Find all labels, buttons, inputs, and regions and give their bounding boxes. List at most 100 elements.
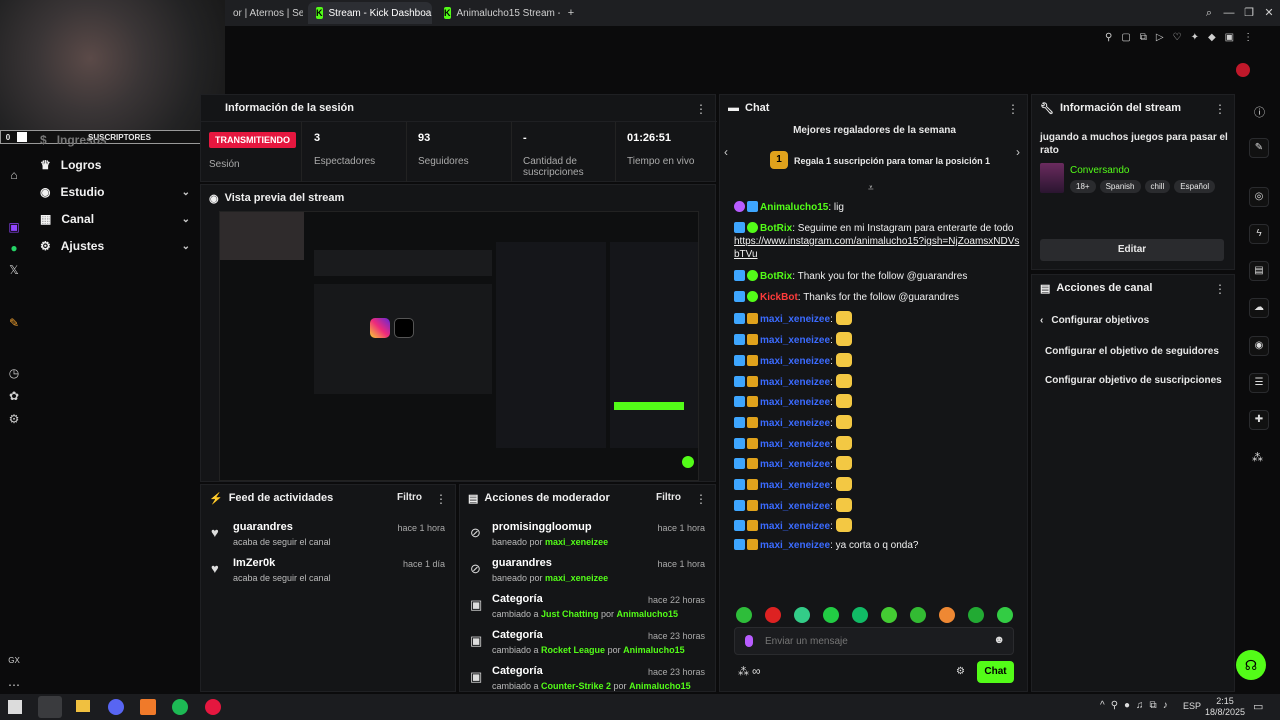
clock[interactable]: 2:15 18/8/2025	[1205, 696, 1245, 718]
info-icon[interactable]: ⓘ	[1254, 104, 1265, 120]
configure-followers-goal[interactable]: Configurar el objetivo de seguidores	[1045, 346, 1219, 357]
infinity-icon[interactable]: ∞	[752, 664, 761, 678]
connections-icon[interactable]: ⁂	[738, 665, 749, 678]
chat-username[interactable]: maxi_xeneizee	[760, 439, 830, 450]
chevron-right-icon[interactable]: ›	[1016, 145, 1020, 159]
spotify-icon[interactable]	[172, 699, 188, 715]
pets-icon[interactable]: ✿	[7, 389, 21, 403]
emote-icon[interactable]	[823, 607, 839, 623]
search-icon[interactable]: ⌕	[1202, 6, 1216, 20]
x-icon[interactable]: 𝕏	[7, 263, 21, 277]
whatsapp-icon[interactable]: ●	[7, 241, 21, 255]
new-tab-icon[interactable]: +	[564, 6, 578, 20]
windows-start-icon[interactable]	[8, 700, 22, 714]
chat-settings-icon[interactable]: ⚙	[956, 666, 965, 677]
chat-link[interactable]: https://www.instagram.com/animalucho15?i…	[734, 236, 1019, 260]
chat-input[interactable]	[765, 633, 975, 649]
language-indicator[interactable]: ESP	[1183, 701, 1201, 711]
chat-username[interactable]: maxi_xeneizee	[760, 521, 830, 532]
emote-icon[interactable]	[997, 607, 1013, 623]
browser-tab-aternos[interactable]: or | Aternos | Serv	[225, 2, 303, 24]
browser-tab-kick-dashboard[interactable]: K Stream - Kick Dashboard	[308, 2, 432, 24]
document-icon[interactable]: ▤	[1249, 261, 1269, 281]
back-to-goals[interactable]: ‹ Configurar objetivos	[1040, 315, 1149, 326]
support-icon[interactable]: ☊	[1236, 650, 1266, 680]
sidebar-item-canal[interactable]: ▦ Canal ⌄	[40, 209, 190, 229]
chat-username[interactable]: maxi_xeneizee	[760, 356, 830, 367]
pencil-icon[interactable]: ✎	[1249, 138, 1269, 158]
filter-button[interactable]: Filtro	[397, 492, 422, 503]
chevron-left-icon[interactable]: ‹	[724, 145, 728, 159]
layers-icon[interactable]: ☰	[1249, 373, 1269, 393]
browser-extensions-bar[interactable]: ⚲▢⧉▷♡✦◆▣⋮	[1105, 32, 1280, 46]
emote-icon[interactable]	[765, 607, 781, 623]
target-icon[interactable]: ◎	[1249, 187, 1269, 207]
settings-icon[interactable]: ⚙	[7, 412, 21, 426]
wrench-tool-icon[interactable]: ✚	[1249, 410, 1269, 430]
kick-rail-icon[interactable]: ⌂	[7, 168, 21, 182]
discord-icon[interactable]	[108, 699, 124, 715]
history-icon[interactable]: ◷	[7, 366, 21, 380]
emote-icon[interactable]	[736, 607, 752, 623]
twitch-icon[interactable]: ▣	[7, 220, 21, 234]
broadcast-icon[interactable]: ◉	[1249, 336, 1269, 356]
chat-username[interactable]: BotRix	[760, 223, 792, 234]
browser-tab-animalucho[interactable]: K Animalucho15 Stream - W	[436, 2, 560, 24]
tray-icons[interactable]: ^⚲●♫⧉♪	[1100, 700, 1174, 711]
minimize-icon[interactable]: —	[1222, 6, 1236, 20]
notifications-icon[interactable]: ▭	[1253, 700, 1263, 713]
mod-category[interactable]: Counter-Strike 2	[541, 681, 611, 691]
chat-username[interactable]: maxi_xeneizee	[760, 480, 830, 491]
chat-username[interactable]: maxi_xeneizee	[760, 459, 830, 470]
emote-icon[interactable]	[939, 607, 955, 623]
chat-username[interactable]: maxi_xeneizee	[760, 314, 830, 325]
taskbar-app-active-icon[interactable]	[38, 696, 62, 718]
kebab-menu-icon[interactable]: ⋮	[1007, 102, 1019, 116]
chat-username[interactable]: maxi_xeneizee	[760, 335, 830, 346]
emoji-icon[interactable]: ☻	[993, 634, 1005, 646]
mic-icon[interactable]	[745, 635, 753, 647]
mod-category[interactable]: Rocket League	[541, 645, 605, 655]
kebab-menu-icon[interactable]: ⋮	[435, 492, 447, 506]
mod-user[interactable]: Animalucho15	[623, 645, 685, 655]
opera-gx-icon[interactable]	[205, 699, 221, 715]
close-icon[interactable]: ✕	[1262, 6, 1276, 20]
chat-username[interactable]: BotRix	[760, 271, 792, 282]
chat-username[interactable]: maxi_xeneizee	[760, 418, 830, 429]
gx-icon[interactable]: GX	[7, 654, 21, 668]
chat-username[interactable]: KickBot	[760, 292, 798, 303]
emote-icon[interactable]	[881, 607, 897, 623]
share-icon[interactable]: ⁂	[1252, 451, 1263, 464]
chat-username[interactable]: Animalucho15	[760, 202, 828, 213]
file-explorer-icon[interactable]	[76, 700, 90, 712]
sidebar-item-ingresos[interactable]: $ Ingresos	[40, 130, 190, 150]
chat-bubble-icon[interactable]: ☁	[1249, 298, 1269, 318]
send-chat-button[interactable]: Chat	[977, 661, 1014, 683]
emote-icon[interactable]	[852, 607, 868, 623]
restore-icon[interactable]: ❐	[1242, 6, 1256, 20]
chat-username[interactable]: maxi_xeneizee	[760, 501, 830, 512]
stream-preview-video[interactable]	[219, 211, 699, 481]
edit-stream-button[interactable]: Editar	[1040, 239, 1224, 261]
kebab-menu-icon[interactable]: ⋮	[695, 102, 707, 116]
sidebar-item-logros[interactable]: ♛ Logros	[40, 155, 190, 175]
emote-icon[interactable]	[910, 607, 926, 623]
sidebar-item-estudio[interactable]: ◉ Estudio ⌄	[40, 182, 190, 202]
stream-category[interactable]: Conversando	[1070, 165, 1129, 176]
taskbar-app-icon[interactable]	[140, 699, 156, 715]
sidebar-item-ajustes[interactable]: ⚙ Ajustes ⌄	[40, 236, 190, 256]
mod-user[interactable]: maxi_xeneizee	[545, 537, 608, 547]
filter-button[interactable]: Filtro	[656, 492, 681, 503]
tool-icon[interactable]: ✎	[7, 316, 21, 330]
mod-user[interactable]: Animalucho15	[629, 681, 691, 691]
kebab-menu-icon[interactable]: ⋮	[695, 492, 707, 506]
emote-icon[interactable]	[794, 607, 810, 623]
chat-username[interactable]: maxi_xeneizee	[760, 540, 830, 551]
mod-user[interactable]: Animalucho15	[617, 609, 679, 619]
mod-user[interactable]: maxi_xeneizee	[545, 573, 608, 583]
bolt-icon[interactable]: ϟ	[1249, 224, 1269, 244]
chat-username[interactable]: maxi_xeneizee	[760, 397, 830, 408]
chat-username[interactable]: maxi_xeneizee	[760, 377, 830, 388]
configure-subs-goal[interactable]: Configurar objetivo de suscripciones	[1045, 375, 1222, 386]
kebab-menu-icon[interactable]: ⋮	[1214, 102, 1226, 116]
